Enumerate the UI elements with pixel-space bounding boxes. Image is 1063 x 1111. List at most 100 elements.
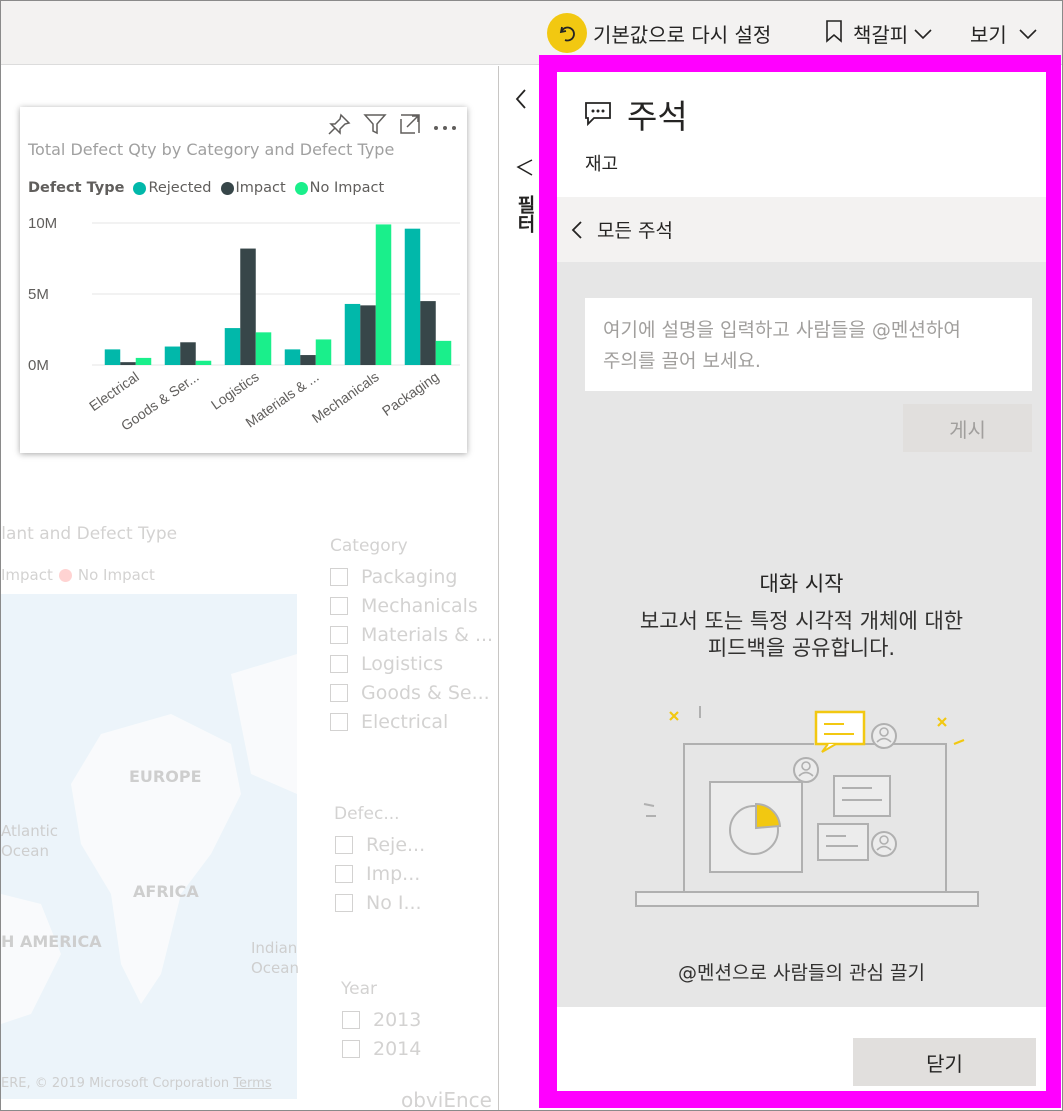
- slicer-item-label: No I...: [366, 892, 422, 914]
- map-label-america: H AMERICA: [1, 932, 102, 951]
- checkbox[interactable]: [330, 626, 348, 644]
- description-line-2: 피드백을 공유합니다.: [707, 636, 896, 660]
- bar-impact[interactable]: [420, 301, 436, 365]
- bar-rejected[interactable]: [164, 346, 181, 365]
- bar-rejected[interactable]: [224, 328, 241, 365]
- placeholder-line-1: 여기에 설명을 입력하고 사람들을 @멘션하여: [603, 319, 961, 341]
- x-tick-label: Packaging: [379, 368, 442, 419]
- bar-rejected[interactable]: [104, 349, 121, 365]
- y-tick-label: 5M: [28, 286, 49, 303]
- bar-no-impact[interactable]: [315, 339, 332, 365]
- comment-input[interactable]: 여기에 설명을 입력하고 사람들을 @멘션하여 주의를 끌어 보세요.: [585, 298, 1032, 391]
- view-label: 보기: [970, 22, 1007, 47]
- defect-slicer-item[interactable]: Imp...: [335, 863, 420, 885]
- map-label-africa: AFRICA: [133, 882, 199, 901]
- defect-slicer-item[interactable]: Reje...: [335, 834, 425, 856]
- reset-label: 기본값으로 다시 설정: [593, 22, 772, 47]
- bookmark-label: 책갈피: [853, 22, 909, 47]
- category-slicer-item[interactable]: Electrical: [330, 711, 448, 733]
- comments-panel: 주석 재고 모든 주석 여기에 설명을 입력하고 사람들을 @멘션하여 주의를 …: [557, 72, 1046, 1091]
- map-label-atlantic: Atlantic: [1, 822, 59, 840]
- map-copyright: ERE, © 2019 Microsoft Corporation Terms: [1, 1076, 272, 1091]
- checkbox[interactable]: [335, 894, 353, 912]
- checkbox[interactable]: [335, 865, 353, 883]
- bookmark-icon: [825, 19, 843, 48]
- slicer-item-label: Mechanicals: [361, 595, 478, 617]
- comments-body: 여기에 설명을 입력하고 사람들을 @멘션하여 주의를 끌어 보세요. 게시 대…: [557, 262, 1046, 1007]
- mention-hint: @멘션으로 사람들의 관심 끌기: [678, 962, 925, 984]
- description-line-1: 보고서 또는 특정 시각적 개체에 대한: [639, 609, 964, 633]
- checkbox[interactable]: [335, 836, 353, 854]
- map-label-indian: Indian: [251, 939, 298, 957]
- x-tick-label: Mechanicals: [309, 368, 382, 426]
- y-tick-label: 10M: [28, 215, 57, 232]
- defect-slicer-title: Defec...: [334, 804, 400, 824]
- bar-impact[interactable]: [120, 362, 136, 365]
- filters-label[interactable]: 필터: [512, 195, 539, 233]
- chevron-down-icon: [1019, 21, 1037, 45]
- slicer-item-label: 2013: [373, 1009, 422, 1031]
- start-conversation-description: 보고서 또는 특정 시각적 개체에 대한 피드백을 공유합니다.: [557, 608, 1046, 662]
- close-button[interactable]: 닫기: [853, 1038, 1036, 1086]
- bar-impact[interactable]: [360, 305, 376, 365]
- panel-subtitle: 재고: [585, 154, 619, 175]
- y-tick-label: 0M: [28, 357, 49, 374]
- slicer-item-label: Electrical: [361, 711, 449, 733]
- bar-no-impact[interactable]: [195, 360, 212, 365]
- defect-slicer-item[interactable]: No I...: [335, 892, 422, 914]
- map-title: Plant and Defect Type: [1, 524, 178, 544]
- checkbox[interactable]: [342, 1011, 360, 1029]
- checkbox[interactable]: [330, 568, 348, 586]
- map-label-indian-ocean: Ocean: [251, 959, 299, 977]
- map-label-europe: EUROPE: [129, 767, 202, 786]
- checkbox[interactable]: [330, 597, 348, 615]
- map-terms-link[interactable]: Terms: [233, 1076, 271, 1091]
- year-slicer-title: Year: [341, 979, 377, 999]
- canvas-divider: [498, 66, 499, 1110]
- undo-icon: [547, 13, 587, 53]
- bar-rejected[interactable]: [344, 303, 361, 365]
- slicer-item-label: Reje...: [366, 834, 426, 856]
- category-slicer-item[interactable]: Materials & ...: [330, 624, 493, 646]
- checkbox[interactable]: [330, 713, 348, 731]
- bar-impact[interactable]: [240, 248, 256, 365]
- legend-dot: [58, 568, 72, 582]
- checkbox[interactable]: [330, 655, 348, 673]
- map-legend-impact: Impact: [1, 566, 53, 584]
- x-tick-label: Logistics: [208, 368, 262, 412]
- category-slicer-item[interactable]: Logistics: [330, 653, 443, 675]
- back-label: 모든 주석: [597, 220, 673, 242]
- bar-rejected[interactable]: [404, 228, 421, 365]
- category-slicer-item[interactable]: Packaging: [330, 566, 457, 588]
- bar-chart-plot: 0M5M10MElectricalGoods & Ser... Logistics…: [28, 215, 460, 434]
- chevron-left-icon[interactable]: [514, 88, 528, 114]
- bar-impact[interactable]: [300, 355, 316, 365]
- bar-no-impact[interactable]: [375, 224, 392, 365]
- filter-funnel-icon: [516, 158, 534, 182]
- checkbox[interactable]: [342, 1040, 360, 1058]
- bar-no-impact[interactable]: [255, 332, 272, 365]
- bar-no-impact[interactable]: [435, 340, 452, 365]
- slicer-item-label: Packaging: [361, 566, 458, 588]
- category-slicer-item[interactable]: Mechanicals: [330, 595, 478, 617]
- bar-no-impact[interactable]: [135, 357, 152, 365]
- all-comments-back-button[interactable]: 모든 주석: [557, 197, 1046, 262]
- year-slicer-item[interactable]: 2014: [342, 1038, 421, 1060]
- x-tick-label: Electrical: [86, 368, 142, 414]
- bar-rejected[interactable]: [284, 349, 301, 365]
- brand-logo-text: obviEnce: [401, 1088, 492, 1110]
- year-slicer-item[interactable]: 2013: [342, 1009, 421, 1031]
- post-button[interactable]: 게시: [903, 404, 1032, 452]
- bar-impact[interactable]: [180, 342, 196, 365]
- category-slicer-item[interactable]: Goods & Se...: [330, 682, 490, 704]
- checkbox[interactable]: [330, 684, 348, 702]
- map-visual: EUROPE Atlantic Ocean AFRICA H AMERICA I…: [1, 594, 299, 1099]
- slicer-item-label: Materials & ...: [361, 624, 494, 646]
- comment-icon: [584, 101, 612, 131]
- chevron-down-icon: [914, 21, 932, 45]
- slicer-item-label: 2014: [373, 1038, 422, 1060]
- slicer-item-label: Imp...: [366, 863, 421, 885]
- chevron-left-icon: [571, 220, 583, 240]
- defect-chart-card[interactable]: Total Defect Qty by Category and Defect …: [20, 107, 467, 453]
- slicer-item-label: Goods & Se...: [361, 682, 490, 704]
